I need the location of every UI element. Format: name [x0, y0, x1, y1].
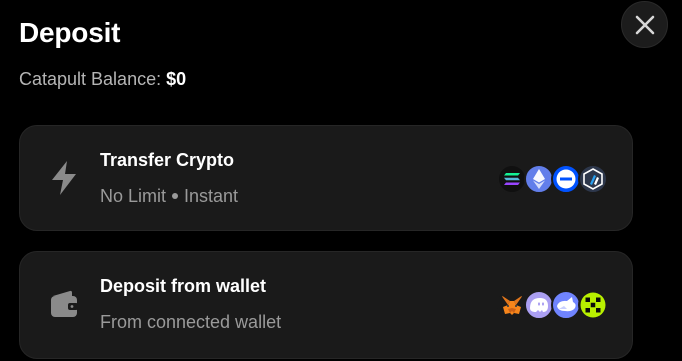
supported-wallets — [497, 290, 608, 320]
option-subtitle: No Limit Instant — [100, 186, 238, 207]
base-icon — [551, 164, 581, 194]
page-title: Deposit — [19, 17, 121, 48]
subtitle-speed: Instant — [184, 186, 239, 206]
lightning-icon — [46, 160, 82, 196]
balance-value: $0 — [166, 69, 187, 89]
option-subtitle: From connected wallet — [100, 312, 282, 332]
option-title: Transfer Crypto — [100, 150, 235, 170]
metamask-icon — [497, 290, 527, 320]
transfer-crypto-option[interactable]: Transfer Crypto No Limit Instant — [19, 125, 633, 231]
balance-line: Catapult Balance: $0 — [19, 69, 186, 90]
okx-wallet-icon — [578, 290, 608, 320]
balance-label: Catapult Balance: — [19, 69, 162, 89]
rabby-icon — [551, 290, 581, 320]
wallet-icon — [46, 286, 82, 322]
subtitle-limit: No Limit — [100, 186, 167, 206]
solana-icon — [497, 164, 527, 194]
ethereum-icon — [524, 164, 554, 194]
close-icon — [635, 15, 654, 34]
deposit-from-wallet-option[interactable]: Deposit from wallet From connected walle… — [19, 251, 633, 359]
supported-networks — [497, 164, 608, 194]
arbitrum-icon — [578, 164, 608, 194]
option-title: Deposit from wallet — [100, 276, 267, 296]
phantom-icon — [524, 290, 554, 320]
close-button[interactable] — [621, 1, 668, 48]
separator-dot — [172, 192, 179, 199]
